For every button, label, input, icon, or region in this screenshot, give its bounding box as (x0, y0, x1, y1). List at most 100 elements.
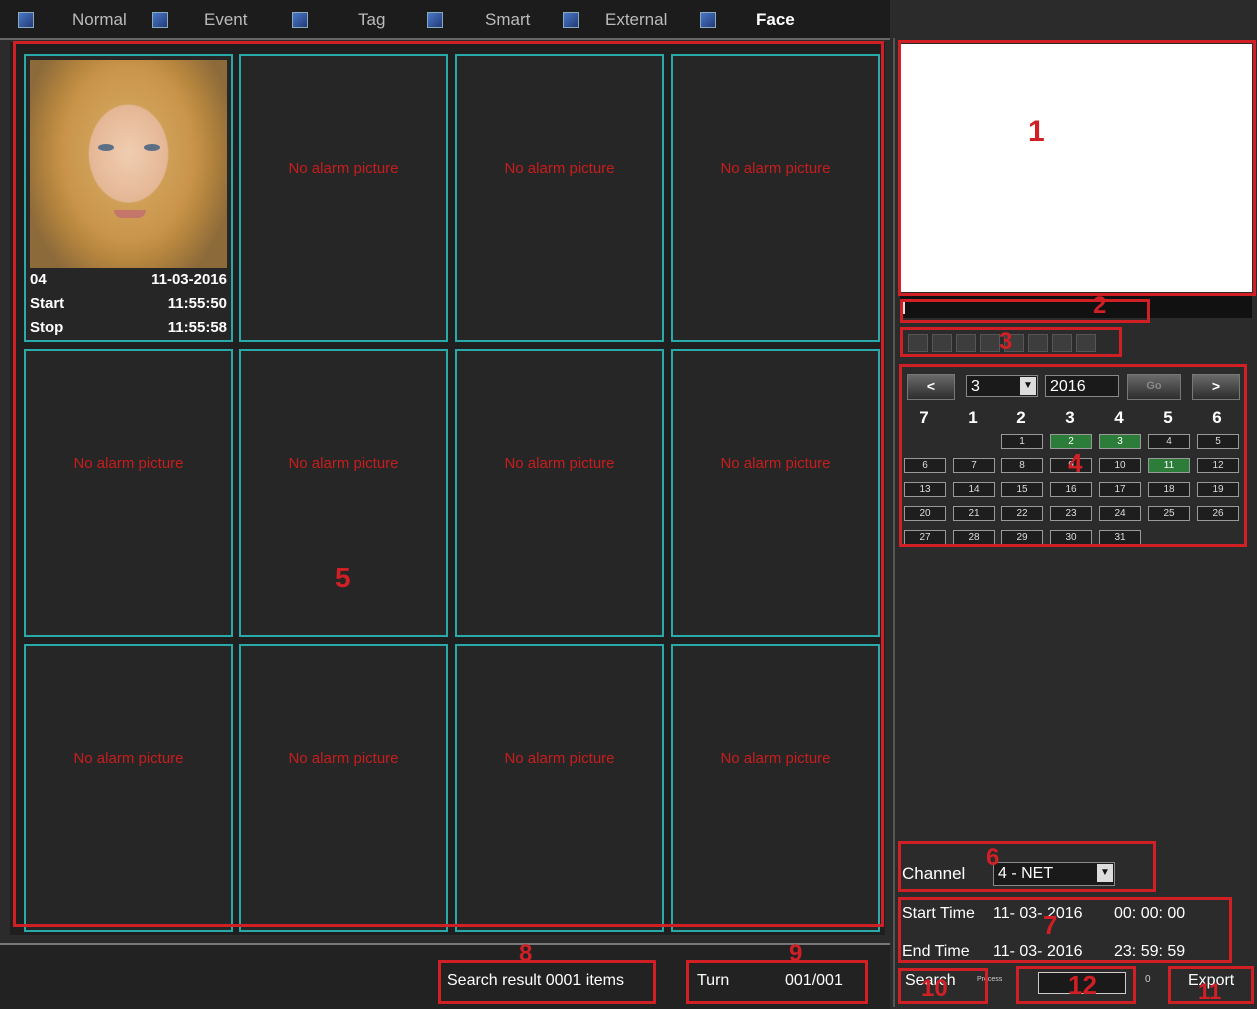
no-alarm-text: No alarm picture (73, 750, 184, 767)
annotation-number: 4 (1068, 448, 1083, 478)
face-picture-cell[interactable]: No alarm picture (24, 644, 233, 932)
calendar-day[interactable]: 18 (1148, 482, 1190, 497)
annotation-number: 6 (986, 844, 1000, 871)
process-label: Process (977, 976, 1003, 983)
weekday-header: 3 (1065, 408, 1075, 427)
go-button[interactable]: Go (1127, 374, 1181, 400)
calendar-day[interactable]: 10 (1099, 458, 1141, 473)
chevron-down-icon: ▼ (1020, 377, 1036, 395)
calendar-day[interactable]: 12 (1197, 458, 1239, 473)
face-picture-cell[interactable]: No alarm picture (671, 644, 880, 932)
weekday-header: 7 (919, 408, 929, 427)
calendar-day[interactable]: 13 (904, 482, 946, 497)
tab-external[interactable]: External (563, 8, 667, 32)
tab-face[interactable]: Face (700, 8, 795, 32)
annotation-number: 9 (789, 940, 803, 967)
month-select[interactable]: 3 ▼ (966, 375, 1038, 397)
weekday-header: 4 (1114, 408, 1124, 427)
search-result-text: Search result 0001 items (447, 972, 624, 989)
face-picture-cell[interactable]: No alarm picture (455, 644, 664, 932)
calendar-day[interactable]: 2 (1050, 434, 1092, 449)
calendar-day[interactable]: 22 (1001, 506, 1043, 521)
next-frame-button[interactable] (1052, 334, 1072, 352)
snapshot-button[interactable] (1076, 334, 1096, 352)
chevron-down-icon: ▼ (1097, 864, 1113, 882)
calendar-day[interactable]: 14 (953, 482, 995, 497)
annotation-number: 12 (1068, 970, 1097, 1000)
no-alarm-text: No alarm picture (73, 455, 184, 472)
annotation-number: 8 (519, 940, 533, 967)
mode-tab-bar: Normal Event Tag Smart External Face (0, 0, 890, 40)
face-picture-cell[interactable]: No alarm picture (671, 349, 880, 637)
calendar-day[interactable]: 24 (1099, 506, 1141, 521)
weekday-header: 5 (1163, 408, 1173, 427)
stop-button[interactable] (956, 334, 976, 352)
smart-icon (427, 12, 443, 28)
start-time-field[interactable]: 00: 00: 00 (1114, 905, 1185, 923)
prev-frame-button[interactable] (1028, 334, 1048, 352)
calendar-day[interactable]: 25 (1148, 506, 1190, 521)
calendar-day[interactable]: 1 (1001, 434, 1043, 449)
calendar-day[interactable]: 20 (904, 506, 946, 521)
calendar-day[interactable]: 15 (1001, 482, 1043, 497)
weekday-header: 2 (1016, 408, 1026, 427)
no-alarm-text: No alarm picture (720, 750, 831, 767)
bottom-status-bar (0, 943, 890, 1009)
calendar-day[interactable]: 29 (1001, 530, 1043, 545)
no-alarm-text: No alarm picture (288, 750, 399, 767)
calendar-day[interactable]: 17 (1099, 482, 1141, 497)
annotation-number: 2 (1093, 292, 1107, 319)
pause-button[interactable] (932, 334, 952, 352)
calendar-day[interactable]: 19 (1197, 482, 1239, 497)
page-indicator: 001/001 (785, 972, 843, 989)
no-alarm-text: No alarm picture (504, 160, 615, 177)
end-time-field[interactable]: 23: 59: 59 (1114, 943, 1185, 961)
turn-page-button[interactable]: Turn (697, 972, 729, 990)
face-picture-cell[interactable]: No alarm picture (239, 644, 448, 932)
calendar-day[interactable]: 11 (1148, 458, 1190, 473)
calendar-day[interactable]: 31 (1099, 530, 1141, 545)
calendar-day[interactable]: 30 (1050, 530, 1092, 545)
slow-button[interactable] (980, 334, 1000, 352)
play-button[interactable] (908, 334, 928, 352)
calendar-day[interactable]: 6 (904, 458, 946, 473)
progress-fill (902, 300, 905, 314)
face-icon (700, 12, 716, 28)
calendar-day[interactable]: 7 (953, 458, 995, 473)
face-picture-cell[interactable]: No alarm picture (239, 54, 448, 342)
end-date-field[interactable]: 11- 03- 2016 (993, 943, 1083, 961)
face-picture-cell[interactable]: No alarm picture (671, 54, 880, 342)
calendar-day[interactable]: 5 (1197, 434, 1239, 449)
channel-select[interactable]: 4 - NET ▼ (993, 862, 1115, 886)
tab-smart[interactable]: Smart (427, 8, 530, 32)
tab-event[interactable]: Event (152, 8, 247, 32)
calendar-day[interactable]: 26 (1197, 506, 1239, 521)
calendar-day[interactable]: 28 (953, 530, 995, 545)
no-alarm-text: No alarm picture (288, 455, 399, 472)
calendar-day[interactable]: 23 (1050, 506, 1092, 521)
calendar-day[interactable]: 27 (904, 530, 946, 545)
playback-progress-bar[interactable] (900, 296, 1252, 318)
face-picture-cell[interactable]: 04 11-03-2016 Start 11:55:50 Stop 11:55:58 (24, 54, 233, 342)
calendar-day[interactable]: 21 (953, 506, 995, 521)
external-icon (563, 12, 579, 28)
start-time-label: Start Time (902, 905, 975, 922)
calendar-day[interactable]: 8 (1001, 458, 1043, 473)
snapshot-date: 11-03-2016 (151, 271, 227, 288)
face-picture-cell[interactable]: No alarm picture (24, 349, 233, 637)
playback-preview-window (900, 44, 1252, 292)
no-alarm-text: No alarm picture (720, 160, 831, 177)
calendar-day[interactable]: 16 (1050, 482, 1092, 497)
face-picture-cell[interactable]: No alarm picture (455, 54, 664, 342)
next-month-button[interactable]: > (1192, 374, 1240, 400)
calendar-day[interactable]: 4 (1148, 434, 1190, 449)
calendar-day[interactable]: 3 (1099, 434, 1141, 449)
start-date-field[interactable]: 11- 03- 2016 (993, 905, 1083, 923)
face-picture-cell[interactable]: No alarm picture (455, 349, 664, 637)
year-input[interactable]: 2016 (1045, 375, 1119, 397)
snapshot-start-time: 11:55:50 (167, 295, 227, 312)
tab-normal[interactable]: Normal (18, 8, 127, 32)
tab-tag[interactable]: Tag (292, 8, 385, 32)
prev-month-button[interactable]: < (907, 374, 955, 400)
tag-icon (292, 12, 308, 28)
